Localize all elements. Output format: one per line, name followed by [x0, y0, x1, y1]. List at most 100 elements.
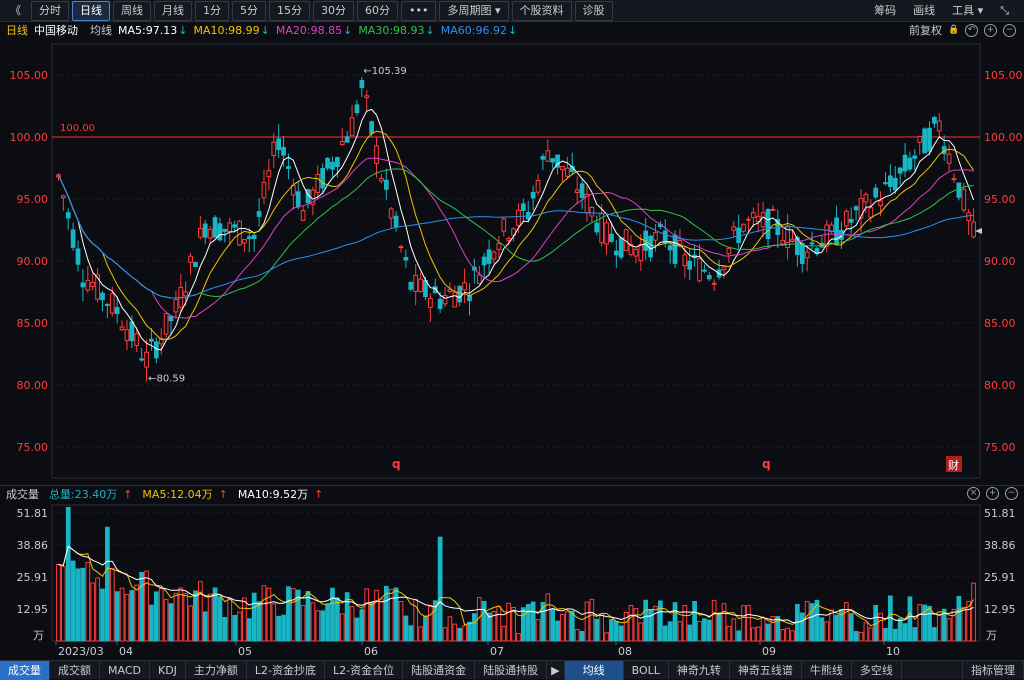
candle-body — [648, 235, 653, 258]
ma-label[interactable]: 均线 — [90, 22, 112, 38]
period-tab-8[interactable]: 60分 — [357, 0, 398, 21]
toolbar-right-1[interactable]: 画线 — [906, 2, 942, 20]
zoom-out-icon[interactable]: − — [1003, 23, 1016, 37]
volume-bar — [672, 602, 678, 642]
volume-chart[interactable]: 51.81 51.81 38.86 38.86 25.91 25.91 12.95 12.95… — [0, 501, 1024, 660]
volume-bar — [555, 620, 560, 642]
down-arrow-icon: ↓ — [343, 23, 353, 37]
volume-bar — [339, 613, 345, 642]
overlay-tab-0[interactable]: 均线 — [564, 660, 624, 680]
candle-body — [892, 177, 898, 191]
volume-bar — [85, 562, 91, 642]
event-marker-q[interactable]: q — [762, 457, 771, 471]
multi-period-button[interactable]: 多周期图 ▾ — [439, 0, 509, 21]
volume-bar — [232, 614, 237, 642]
candle-body — [383, 179, 389, 190]
more-button[interactable]: ••• — [401, 0, 437, 21]
candle-body — [418, 278, 423, 292]
indicator-manage-button[interactable]: 指标管理 — [962, 660, 1024, 680]
price-chart[interactable]: 105.00 105.00 100.00 100.00 95.00 95.00 90.00 9… — [0, 38, 1024, 485]
volume-tick-right: 25.91 — [984, 571, 1016, 584]
stock-name: 中国移动 — [34, 24, 78, 37]
overlay-tab-4[interactable]: 牛熊线 — [802, 660, 852, 680]
volume-bar — [109, 567, 115, 642]
zoom-in-icon[interactable]: + — [986, 487, 999, 500]
period-tab-1[interactable]: 日线 — [72, 0, 110, 21]
period-tab-5[interactable]: 5分 — [232, 0, 266, 21]
overlay-tab-2[interactable]: 神奇九转 — [669, 660, 730, 680]
diagnose-button[interactable]: 诊股 — [574, 0, 613, 21]
ma60-value: MA60:96.92↓ — [440, 23, 518, 37]
candle-body — [672, 234, 678, 264]
period-label: 日线 — [6, 24, 28, 37]
undo-icon[interactable]: ↶ — [965, 23, 978, 37]
zoom-in-icon[interactable]: + — [984, 23, 997, 37]
candle-body — [300, 210, 306, 221]
candle-body — [574, 189, 580, 194]
volume-bar — [506, 602, 512, 642]
volume-bar — [393, 587, 399, 642]
reference-label: 100.00 — [60, 123, 95, 134]
overlay-tab-3[interactable]: 神奇五线谱 — [730, 660, 802, 680]
candle-body — [750, 212, 756, 218]
indicator-tab-2[interactable]: MACD — [100, 660, 150, 680]
volume-bar — [853, 631, 859, 642]
candle-body — [863, 193, 869, 203]
volume-bar — [124, 593, 130, 642]
expand-icon[interactable]: ⤡ — [993, 2, 1016, 20]
candle-body — [315, 173, 321, 193]
indicator-tab-4[interactable]: 主力净额 — [186, 660, 247, 680]
candle-body — [286, 166, 291, 169]
overlay-tab-1[interactable]: BOLL — [624, 660, 669, 680]
candle-body — [530, 191, 536, 199]
volume-bar — [56, 563, 61, 642]
candle-body — [256, 211, 262, 217]
volume-bar — [472, 613, 477, 642]
indicator-tab-6[interactable]: L2-资金合位 — [325, 660, 404, 680]
indicator-tab-8[interactable]: 陆股通持股 — [475, 660, 548, 680]
candle-body — [932, 116, 937, 124]
volume-bar — [188, 605, 193, 642]
period-tab-3[interactable]: 月线 — [154, 0, 192, 21]
candle-body — [878, 200, 883, 207]
lock-icon[interactable]: 🔒 — [948, 25, 959, 36]
indicator-tab-0[interactable]: 成交量 — [0, 660, 50, 680]
period-tab-7[interactable]: 30分 — [313, 0, 354, 21]
candle-body — [907, 157, 913, 170]
volume-tick-left: 25.91 — [17, 571, 49, 584]
indicator-tab-3[interactable]: KDJ — [150, 660, 186, 680]
zoom-out-icon[interactable]: − — [1005, 487, 1018, 500]
toolbar-right-0[interactable]: 筹码 — [867, 2, 903, 20]
overlay-tab-5[interactable]: 多空线 — [852, 660, 902, 680]
volume-bar — [163, 598, 169, 642]
stock-profile-button[interactable]: 个股资料 — [511, 0, 572, 21]
event-marker-q[interactable]: q — [392, 457, 401, 471]
candle-body — [961, 188, 967, 211]
date-label: 08 — [618, 645, 632, 658]
candle-body — [809, 242, 815, 245]
period-tab-0[interactable]: 分时 — [31, 0, 69, 21]
period-tab-4[interactable]: 1分 — [195, 0, 229, 21]
volume-bar — [863, 622, 869, 642]
volume-bar — [560, 613, 565, 642]
volume-bar — [741, 605, 746, 642]
candle-body — [799, 243, 805, 264]
volume-bar — [496, 606, 502, 642]
toolbar-right-2[interactable]: 工具 ▾ — [945, 2, 990, 20]
volume-bar — [114, 591, 120, 642]
indicator-tab-7[interactable]: 陆股通资金 — [403, 660, 476, 680]
period-tab-6[interactable]: 15分 — [269, 0, 310, 21]
close-icon[interactable]: × — [967, 487, 980, 500]
volume-bar — [408, 625, 414, 642]
back-button[interactable]: 《 — [3, 2, 28, 20]
adjust-mode[interactable]: 前复权 — [909, 22, 942, 38]
chevron-right-icon[interactable]: ▶ — [547, 660, 565, 680]
candle-body — [853, 206, 859, 211]
finance-marker[interactable]: 财 — [948, 458, 959, 472]
period-tab-2[interactable]: 周线 — [113, 0, 151, 21]
indicator-tab-1[interactable]: 成交额 — [50, 660, 100, 680]
candle-body — [457, 285, 463, 303]
volume-bar — [599, 613, 604, 642]
indicator-tab-5[interactable]: L2-资金抄底 — [247, 660, 326, 680]
price-tick-right: 80.00 — [984, 379, 1016, 392]
